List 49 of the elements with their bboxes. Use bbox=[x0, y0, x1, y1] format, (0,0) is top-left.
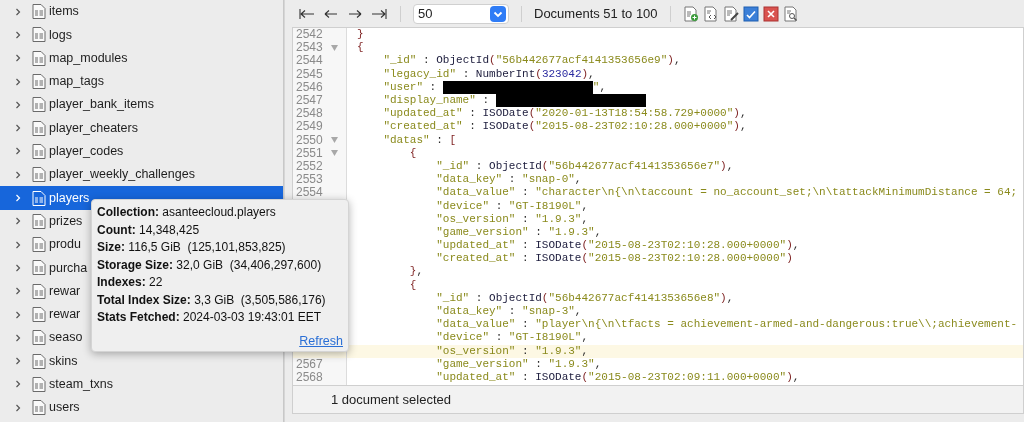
code-line: { bbox=[357, 41, 365, 55]
code-line: "game_version" : "1.9.3", bbox=[435, 357, 603, 371]
code-line: "_id" : ObjectId("56b442677acf4141353656e7"), bbox=[435, 159, 735, 174]
line-number: 2552 bbox=[296, 159, 323, 173]
stat-line: Count: 14,348,425 bbox=[97, 221, 201, 239]
line-number: 2549 bbox=[296, 120, 323, 134]
code-line: "_id" : ObjectId("56b442677acf4141353656e8"), bbox=[435, 291, 735, 305]
line-number: 2550 bbox=[296, 133, 323, 147]
line-number: 2546 bbox=[296, 80, 323, 94]
code-line: } bbox=[357, 28, 365, 42]
code-line: "display_name" : bbox=[357, 93, 1023, 108]
code-line: "game_version" : "1.9.3", bbox=[435, 225, 603, 239]
code-line: "data_key" : "snap-0", bbox=[435, 173, 583, 187]
stat-line: Storage Size: 32,0 GiB (34,406,297,600) bbox=[97, 256, 323, 274]
code-line: "data_key" : "snap-3", bbox=[435, 304, 583, 319]
code-line: "user" : ", bbox=[382, 80, 608, 94]
line-number: 2567 bbox=[296, 357, 323, 371]
code-line: }, bbox=[408, 265, 425, 279]
code-line: "created_at" : ISODate("2015-08-23T02:10:28.000+0000"), bbox=[382, 120, 748, 134]
code-line: "legacy_id" : NumberInt(323042), bbox=[382, 67, 596, 81]
stat-line: Indexes: 22 bbox=[97, 274, 164, 291]
line-number: 2543 bbox=[296, 41, 323, 55]
line-number: 2568 bbox=[296, 370, 323, 384]
document-range: Documents 51 to 100 bbox=[534, 4, 658, 23]
line-number: 2547 bbox=[296, 94, 323, 108]
line-number: 2553 bbox=[296, 173, 323, 187]
code-line: "_id" : ObjectId("56b442677acf4141353656e9"), bbox=[382, 54, 682, 68]
code-line: "data_value" : "player\n{\n\tfacts = achievement-armed-and-dangerous:true\\;achievement- bbox=[435, 318, 1019, 332]
stat-line: Stats Fetched: 2024-03-03 19:43:01 EET bbox=[97, 309, 323, 326]
code-line: "updated_at" : ISODate("2015-08-23T02:09:11.000+0000"), bbox=[435, 370, 801, 385]
stat-line: Size: 116,5 GiB (125,101,853,825) bbox=[97, 239, 287, 256]
code-line: "updated_at" : ISODate("2015-08-23T02:10:28.000+0000"), bbox=[435, 239, 801, 253]
code-line: "updated_at" : ISODate("2020-01-13T18:54:58.729+0000"), bbox=[382, 107, 748, 121]
code-line: "datas" : [ bbox=[382, 133, 458, 147]
code-line: "created_at" : ISODate("2015-08-23T02:10:28.000+0000") bbox=[435, 252, 794, 266]
line-number: 2542 bbox=[296, 28, 323, 42]
code-line: "device" : "GT-I8190L", bbox=[435, 199, 590, 213]
code-line: { bbox=[408, 278, 418, 292]
stat-line: Total Index Size: 3,3 GiB (3,505,586,176) bbox=[97, 291, 327, 309]
code-line: "data_value" : "character\n{\n\taccount = no_account_set;\n\tattackMinimumDistance = 64; bbox=[435, 186, 1019, 200]
line-number: 2554 bbox=[296, 186, 323, 200]
code-line: { bbox=[408, 146, 418, 160]
line-number: 2545 bbox=[296, 67, 323, 81]
line-number: 2551 bbox=[296, 146, 323, 160]
code-line: "os_version" : "1.9.3", bbox=[435, 212, 590, 226]
status-bar-text: 1 document selected bbox=[331, 390, 451, 409]
code-line: "device" : "GT-I8190L", bbox=[435, 331, 590, 345]
line-number: 2548 bbox=[296, 107, 323, 121]
line-number: 2544 bbox=[296, 54, 323, 68]
